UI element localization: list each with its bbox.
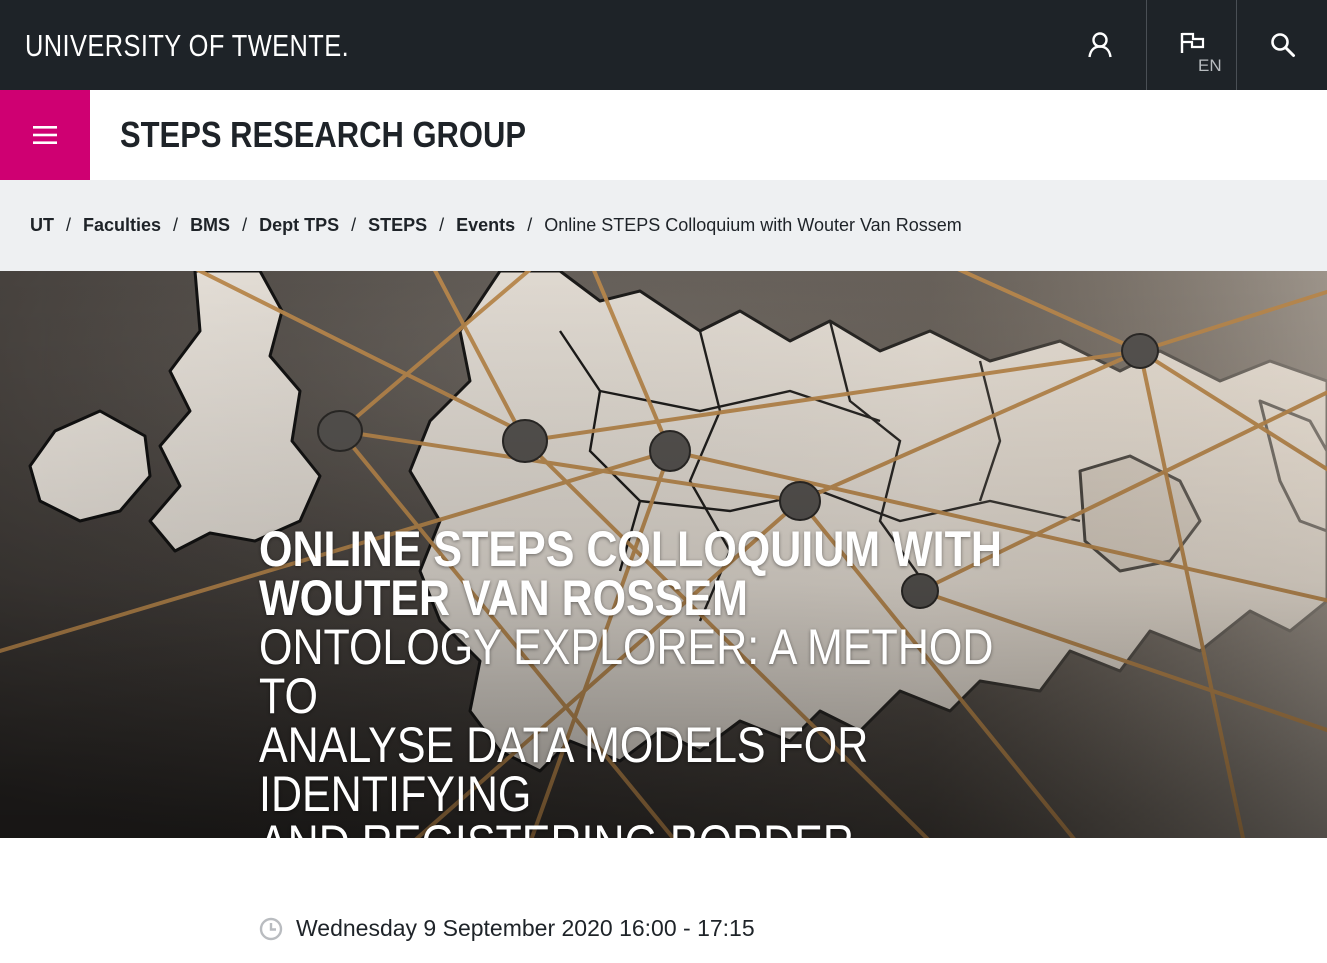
group-header: STEPS RESEARCH GROUP (0, 90, 1327, 180)
top-navigation-bar: UNIVERSITY OF TWENTE. EN (0, 0, 1327, 90)
breadcrumb-current-page: Online STEPS Colloquium with Wouter Van … (544, 215, 962, 235)
event-subtitle: ONTOLOGY EXPLORER: A METHOD TO ANALYSE D… (259, 619, 1059, 838)
event-subtitle-line: AND REGISTERING BORDER CROSSERS (259, 818, 1059, 838)
event-datetime-text: Wednesday 9 September 2020 16:00 - 17:15 (296, 915, 755, 941)
group-title[interactable]: STEPS RESEARCH GROUP (120, 114, 526, 156)
breadcrumb-separator: / (242, 215, 248, 235)
breadcrumb-separator: / (66, 215, 72, 235)
event-subtitle-line: ONTOLOGY EXPLORER: A METHOD TO (259, 619, 994, 724)
menu-button[interactable] (0, 90, 90, 180)
breadcrumb-separator: / (173, 215, 179, 235)
breadcrumb-link-dept-tps[interactable]: Dept TPS (259, 215, 339, 236)
breadcrumb-separator: / (527, 215, 533, 235)
hamburger-menu-icon (33, 126, 57, 144)
search-icon (1270, 33, 1295, 57)
breadcrumb-link-steps[interactable]: STEPS (368, 215, 427, 236)
event-subtitle-line: ANALYSE DATA MODELS FOR IDENTIFYING (259, 717, 869, 822)
event-title: ONLINE STEPS COLLOQUIUM WITH WOUTER VAN … (259, 521, 1102, 626)
search-button[interactable] (1238, 0, 1327, 90)
breadcrumb-link-faculties[interactable]: Faculties (83, 215, 161, 236)
account-button[interactable] (1055, 0, 1145, 90)
breadcrumb-separator: / (351, 215, 357, 235)
breadcrumb-link-events[interactable]: Events (456, 215, 515, 236)
breadcrumb-separator: / (439, 215, 445, 235)
language-selector[interactable]: EN (1146, 0, 1237, 90)
language-code: EN (1198, 56, 1222, 75)
breadcrumb-link-ut[interactable]: UT (30, 215, 54, 236)
event-title-line: ONLINE STEPS COLLOQUIUM WITH (259, 521, 1002, 577)
hero-heading: ONLINE STEPS COLLOQUIUM WITH WOUTER VAN … (259, 521, 1119, 838)
user-icon (1088, 32, 1112, 58)
breadcrumb: UT / Faculties / BMS / Dept TPS / STEPS … (0, 180, 1327, 271)
breadcrumb-link-bms[interactable]: BMS (190, 215, 230, 236)
university-logo[interactable]: UNIVERSITY OF TWENTE. (25, 28, 349, 64)
event-title-line: WOUTER VAN ROSSEM (259, 570, 748, 626)
event-datetime: Wednesday 9 September 2020 16:00 - 17:15 (259, 915, 755, 942)
hero-banner: ONLINE STEPS COLLOQUIUM WITH WOUTER VAN … (0, 271, 1327, 838)
clock-icon (259, 917, 283, 940)
flag-icon (1180, 32, 1205, 53)
